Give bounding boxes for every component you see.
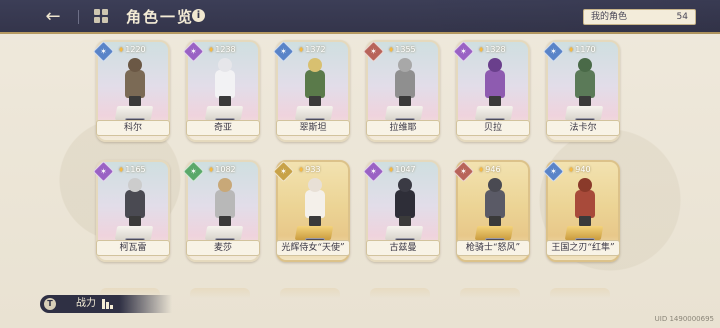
character-name: 翠斯坦 bbox=[276, 120, 350, 136]
my-characters-label: 我的角色 bbox=[591, 12, 628, 22]
character-name: 光辉侍女“天使” bbox=[276, 240, 350, 256]
character-sprite bbox=[211, 178, 239, 228]
character-power: 933 bbox=[298, 165, 320, 174]
character-power: 1170 bbox=[568, 45, 595, 54]
character-sprite bbox=[571, 58, 599, 108]
character-power: 1220 bbox=[118, 45, 145, 54]
character-sprite bbox=[391, 58, 419, 108]
character-sprite bbox=[121, 58, 149, 108]
character-sprite bbox=[301, 58, 329, 108]
menu-grid-icon[interactable] bbox=[94, 9, 108, 23]
character-name: 枪骑士“怒风” bbox=[456, 240, 530, 256]
character-power: 1328 bbox=[478, 45, 505, 54]
user-id: UID 1490000695 bbox=[654, 315, 714, 323]
character-sprite bbox=[571, 178, 599, 228]
my-characters-count: 54 bbox=[676, 12, 688, 22]
character-name: 麦莎 bbox=[186, 240, 260, 256]
character-name: 王国之刃“红隼” bbox=[546, 240, 620, 256]
character-sprite bbox=[211, 58, 239, 108]
character-name: 柯瓦雷 bbox=[96, 240, 170, 256]
character-name: 贝拉 bbox=[456, 120, 530, 136]
sort-order-icon[interactable] bbox=[102, 299, 116, 309]
character-power: 946 bbox=[478, 165, 500, 174]
info-icon[interactable]: i bbox=[192, 9, 205, 22]
sort-icon[interactable]: T bbox=[44, 298, 56, 310]
character-name: 科尔 bbox=[96, 120, 170, 136]
character-power: 940 bbox=[568, 165, 590, 174]
character-power: 1047 bbox=[388, 165, 415, 174]
character-power: 1238 bbox=[208, 45, 235, 54]
character-name: 法卡尔 bbox=[546, 120, 620, 136]
my-characters-counter: 我的角色 54 bbox=[583, 9, 696, 25]
character-power: 1082 bbox=[208, 165, 235, 174]
page-title: 角色一览 bbox=[126, 8, 195, 26]
character-sprite bbox=[481, 178, 509, 228]
character-sprite bbox=[481, 58, 509, 108]
top-bar: ← 角色一览 i 我的角色 54 bbox=[0, 0, 720, 34]
character-power: 1372 bbox=[298, 45, 325, 54]
sort-label[interactable]: 战力 bbox=[76, 297, 96, 311]
character-name: 古兹曼 bbox=[366, 240, 440, 256]
character-power: 1355 bbox=[388, 45, 415, 54]
sort-bar[interactable]: T 战力 bbox=[40, 295, 172, 313]
character-sprite bbox=[391, 178, 419, 228]
character-sprite bbox=[301, 178, 329, 228]
character-power: 1165 bbox=[118, 165, 145, 174]
character-sprite bbox=[121, 178, 149, 228]
character-name: 奇亚 bbox=[186, 120, 260, 136]
back-icon[interactable]: ← bbox=[40, 6, 66, 28]
character-name: 拉维耶 bbox=[366, 120, 440, 136]
